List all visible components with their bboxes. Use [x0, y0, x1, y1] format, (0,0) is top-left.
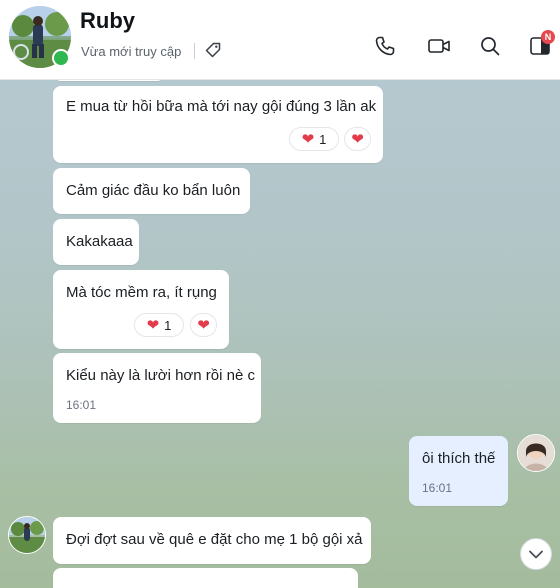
- last-seen-status: Vừa mới truy cập: [81, 44, 182, 59]
- reaction-count: 1: [164, 317, 172, 333]
- chat-header: Ruby Vừa mới truy cập N: [0, 0, 560, 80]
- online-status-dot: [52, 49, 70, 67]
- contact-avatar-small[interactable]: [8, 516, 46, 554]
- message-time: 16:01: [66, 398, 97, 412]
- heart-icon: ❤: [301, 130, 315, 148]
- reaction-count: 1: [319, 131, 327, 147]
- message-text: E mua từ hồi bữa mà tới nay gội đúng 3 l…: [66, 98, 377, 115]
- reaction-summary[interactable]: ❤ 1: [289, 127, 339, 151]
- message-bubble[interactable]: Kakakaaa: [53, 219, 139, 265]
- chevron-down-icon: [529, 550, 543, 559]
- heart-icon: ❤: [351, 130, 364, 148]
- message-text: ôi thích thế: [422, 450, 496, 467]
- scroll-to-bottom-button[interactable]: [520, 538, 552, 570]
- phone-icon[interactable]: [373, 34, 397, 58]
- my-avatar[interactable]: [517, 434, 555, 472]
- message-text: Kakakaaa: [66, 233, 133, 250]
- message-time: 16:01: [422, 481, 453, 495]
- heart-icon: ❤: [146, 316, 160, 334]
- react-heart-button[interactable]: ❤: [344, 127, 371, 151]
- contact-name[interactable]: Ruby: [80, 8, 135, 34]
- my-message-bubble[interactable]: ôi thích thế 16:01: [409, 436, 508, 506]
- notification-badge: N: [541, 30, 555, 44]
- react-heart-button[interactable]: ❤: [190, 313, 217, 337]
- message-bubble-partial: [53, 568, 358, 588]
- reaction-summary[interactable]: ❤ 1: [134, 313, 184, 337]
- video-call-icon[interactable]: [427, 34, 451, 58]
- status-divider: [194, 43, 195, 59]
- tag-icon[interactable]: [204, 41, 222, 59]
- message-text: Cảm giác đầu ko bẩn luôn: [66, 182, 241, 199]
- search-icon[interactable]: [478, 34, 502, 58]
- message-bubble[interactable]: Mà tóc mềm ra, ít rụng: [53, 270, 229, 349]
- message-bubble[interactable]: Kiểu này là lười hơn rồi nè c 16:01: [53, 353, 261, 423]
- message-bubble[interactable]: Cảm giác đầu ko bẩn luôn: [53, 168, 250, 214]
- message-text: Kiểu này là lười hơn rồi nè c: [66, 367, 255, 384]
- message-text: Mà tóc mềm ra, ít rụng: [66, 284, 217, 301]
- message-bubble[interactable]: E mua từ hồi bữa mà tới nay gội đúng 3 l…: [53, 86, 383, 163]
- heart-icon: ❤: [197, 316, 210, 334]
- message-text: Đợi đợt sau về quê e đặt cho mẹ 1 bộ gội…: [66, 531, 363, 548]
- message-bubble[interactable]: Đợi đợt sau về quê e đặt cho mẹ 1 bộ gội…: [53, 517, 371, 564]
- message-list[interactable]: E mua từ hồi bữa mà tới nay gội đúng 3 l…: [0, 79, 560, 588]
